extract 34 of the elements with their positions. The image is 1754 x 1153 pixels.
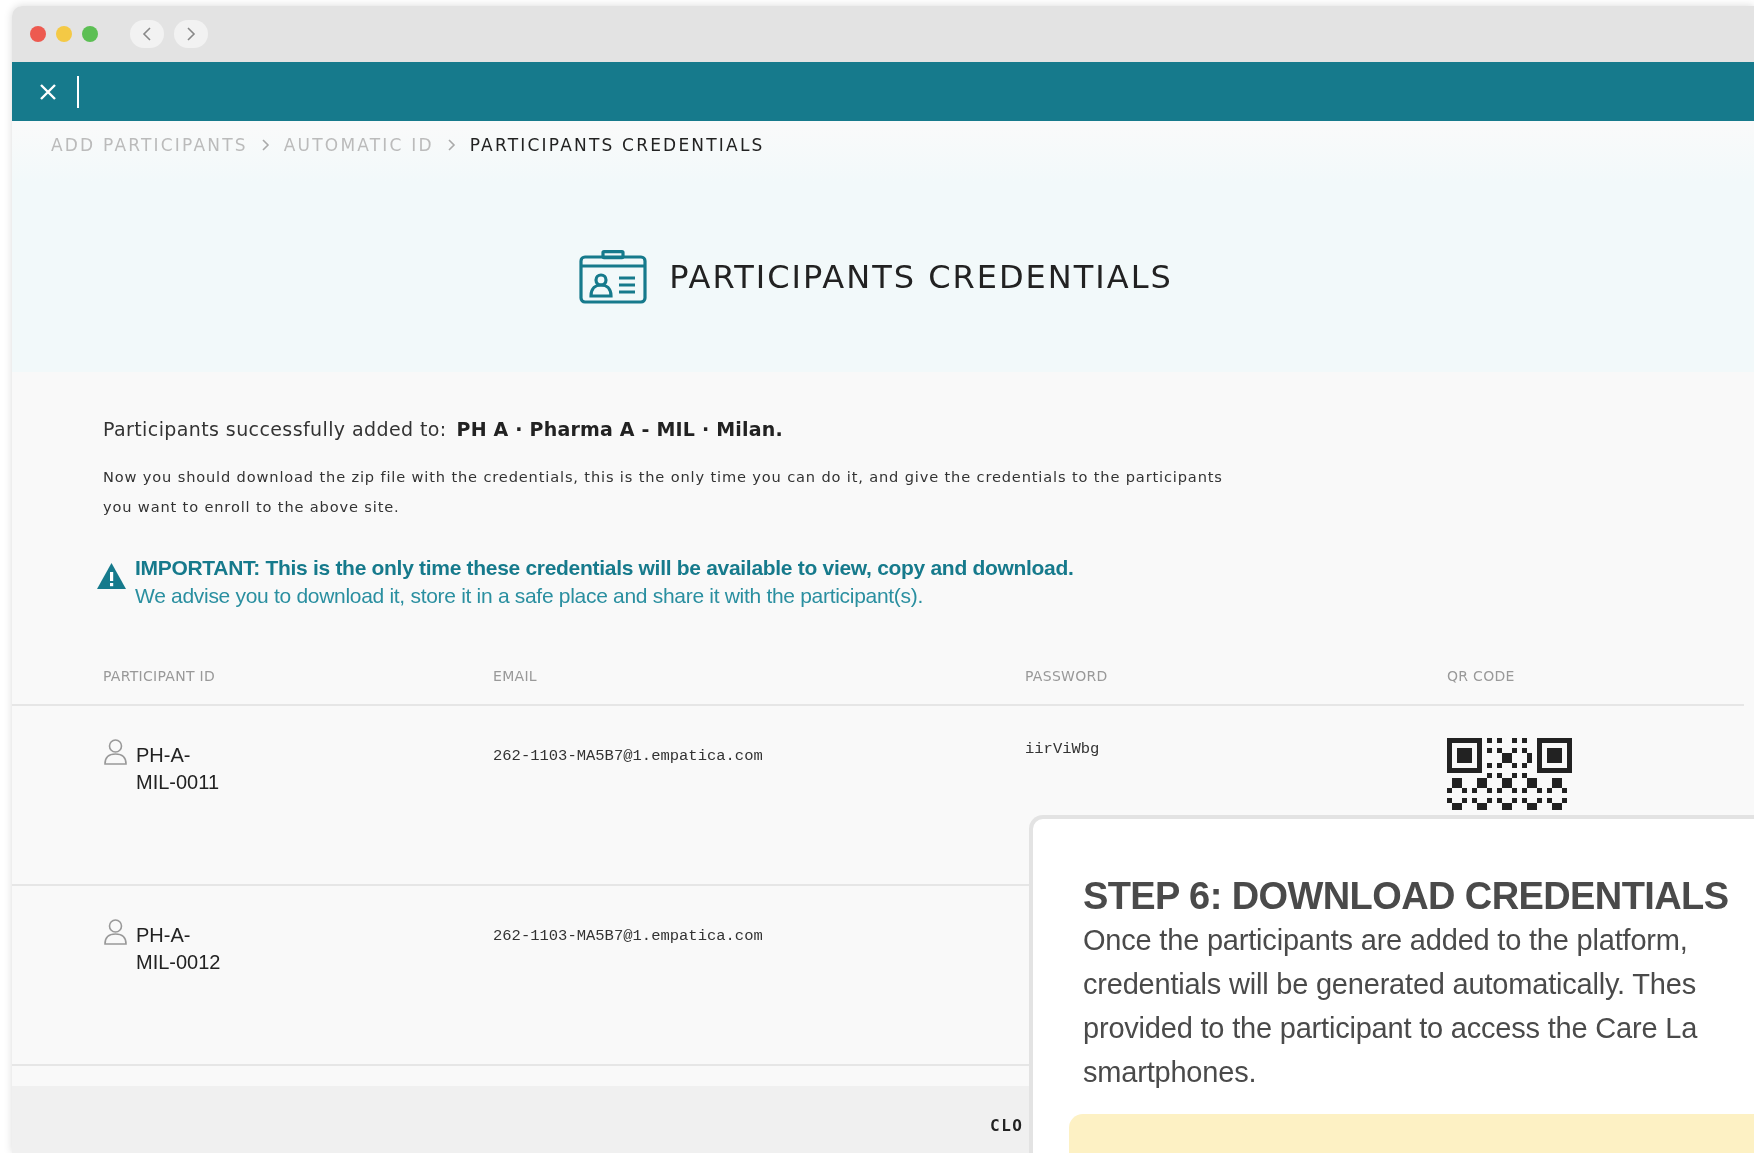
email-cell-text: 262-1103-MA5B7@1.empatica.com bbox=[493, 927, 764, 945]
column-header: QR CODE bbox=[1447, 668, 1516, 684]
id-card-icon bbox=[579, 250, 648, 304]
important-text: We advise you to download it, store it in a safe place and share it with the participant(s). bbox=[135, 584, 924, 608]
window-close-button[interactable] bbox=[30, 26, 46, 42]
password-cell: iirViWbg bbox=[1025, 740, 1100, 758]
chevron-icon bbox=[447, 138, 456, 151]
forward-button[interactable] bbox=[174, 20, 208, 48]
chevron-right-icon bbox=[186, 26, 196, 42]
page-title: PARTICIPANTS CREDENTIALS bbox=[669, 258, 1173, 296]
chevron-left-icon bbox=[142, 26, 152, 42]
back-button[interactable] bbox=[130, 20, 164, 48]
column-header: EMAIL bbox=[493, 668, 538, 684]
chevron-icon bbox=[261, 138, 270, 151]
important-heading: IMPORTANT: This is the only time these credentials will be available to view, copy and download. bbox=[135, 556, 1074, 580]
tip-text: Once the participants are added to the platform, credentials will be generated automatically. Thes provided to the participant to access the Care La smartphones. bbox=[1083, 923, 1699, 1090]
site-name: PH A · Pharma A - MIL · Milan. bbox=[456, 418, 783, 440]
column-header: PARTICIPANT ID bbox=[103, 668, 217, 684]
participant-id: PH-A-MIL-0011 bbox=[136, 743, 220, 795]
close-button[interactable]: CLO bbox=[990, 1116, 1024, 1135]
email-cell-text: 262-1103-MA5B7@1.empatica.com bbox=[493, 747, 764, 765]
window-maximize-button[interactable] bbox=[82, 26, 98, 42]
breadcrumb-link[interactable]: PARTICIPANTS CREDENTIALS bbox=[469, 134, 765, 155]
window-minimize-button[interactable] bbox=[56, 26, 72, 42]
qr-code-icon bbox=[1447, 738, 1572, 810]
participant-id: PH-A-MIL-0012 bbox=[136, 923, 222, 975]
person-icon bbox=[103, 918, 128, 946]
person-icon bbox=[103, 738, 128, 766]
close-icon[interactable] bbox=[39, 82, 57, 101]
instructions-text: Now you should download the zip file with the credentials, this is the only time you can do it, and give the credentials to the participants you want to enroll to the above site. bbox=[103, 467, 1224, 517]
warning-icon bbox=[96, 562, 127, 590]
tip-title: STEP 6: DOWNLOAD CREDENTIALS bbox=[1083, 875, 1730, 918]
column-header: PASSWORD bbox=[1025, 668, 1109, 684]
success-label: Participants successfully added to: bbox=[103, 418, 447, 440]
